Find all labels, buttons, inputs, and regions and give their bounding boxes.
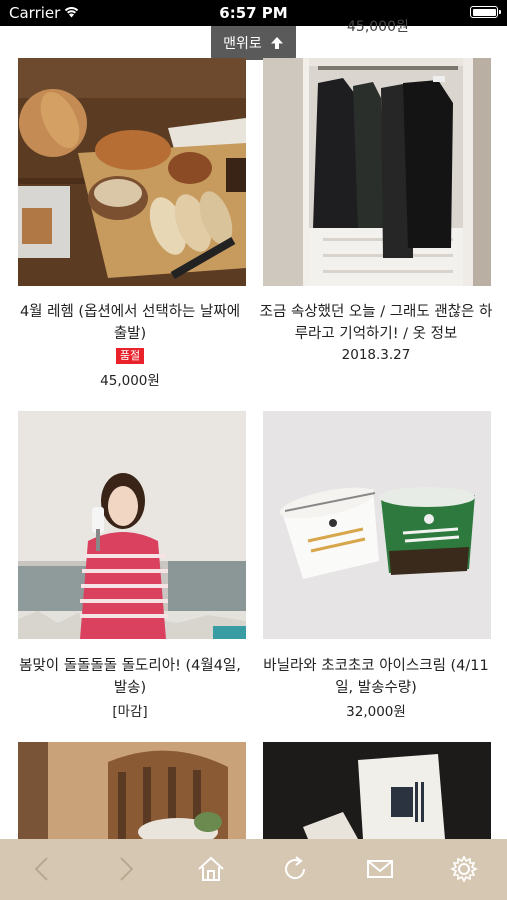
product-image-package[interactable]	[263, 742, 491, 839]
battery-icon	[470, 6, 501, 18]
status-bar: Carrier 6:57 PM	[0, 0, 507, 26]
settings-button[interactable]	[444, 849, 484, 889]
product-title[interactable]: 4월 레헴 (옵션에서 선택하는 날짜에 출발)	[12, 301, 248, 345]
product-title[interactable]: 봄맞이 돌돌돌돌 돌도리아! (4월4일, 발송)	[12, 655, 248, 699]
product-image-bread[interactable]	[18, 58, 246, 286]
arrow-up-icon	[270, 37, 283, 49]
product-image-ice-cream[interactable]	[263, 411, 491, 639]
product-image-lint-roller[interactable]	[18, 411, 246, 639]
soldout-badge: 품절	[115, 348, 145, 364]
product-title[interactable]: 바닐라와 초코초코 아이스크림 (4/11일, 발송수량)	[258, 655, 494, 699]
product-image-clothes[interactable]	[263, 58, 491, 286]
product-price: 32,000원	[346, 704, 406, 720]
home-icon	[198, 856, 224, 881]
soldout-badge-row: 품절	[12, 347, 248, 364]
scroll-to-top-label: 맨위로	[223, 36, 262, 52]
bottom-toolbar	[0, 839, 507, 900]
clock: 6:57 PM	[219, 4, 288, 22]
product-image-cafe[interactable]	[18, 742, 246, 839]
mail-button[interactable]	[360, 849, 400, 889]
forward-button[interactable]	[106, 849, 146, 889]
product-status: [마감]	[112, 704, 148, 720]
back-button[interactable]	[22, 849, 62, 889]
scroll-to-top-button[interactable]: 맨위로	[211, 26, 296, 60]
product-price: 45,000원	[100, 373, 160, 389]
home-button[interactable]	[191, 849, 231, 889]
product-price-partial: 45,000원	[347, 19, 409, 35]
settings-icon	[450, 855, 478, 883]
post-title[interactable]: 조금 속상했던 오늘 / 그래도 괜찮은 하루라고 기억하기! / 옷 정보	[258, 301, 494, 345]
refresh-icon	[285, 856, 306, 880]
refresh-button[interactable]	[275, 849, 315, 889]
back-icon	[34, 857, 48, 881]
mail-icon	[367, 860, 393, 878]
post-date: 2018.3.27	[341, 347, 411, 363]
forward-icon	[120, 857, 134, 881]
